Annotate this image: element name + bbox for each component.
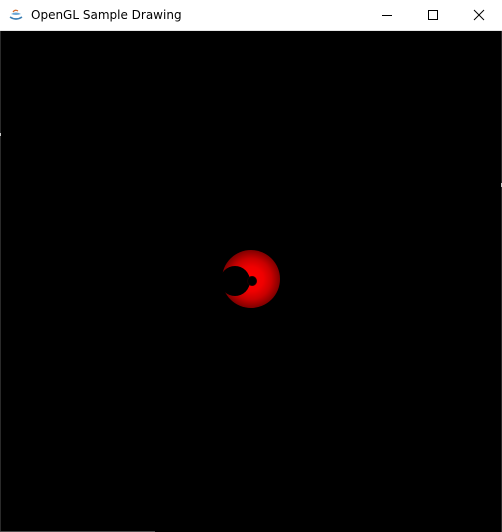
minimize-icon — [382, 15, 392, 16]
minimize-button[interactable] — [364, 0, 410, 30]
java-cup-icon — [9, 9, 23, 20]
window-border-left — [0, 31, 1, 532]
small-moon — [247, 276, 257, 286]
close-button[interactable] — [456, 0, 502, 30]
maximize-icon — [428, 10, 438, 20]
app-window: OpenGL Sample Drawing — [0, 0, 502, 532]
close-icon — [473, 9, 485, 21]
window-title: OpenGL Sample Drawing — [31, 8, 182, 22]
title-bar[interactable]: OpenGL Sample Drawing — [0, 0, 502, 31]
black-planet — [220, 266, 250, 296]
border-highlight — [0, 133, 1, 136]
maximize-button[interactable] — [410, 0, 456, 30]
